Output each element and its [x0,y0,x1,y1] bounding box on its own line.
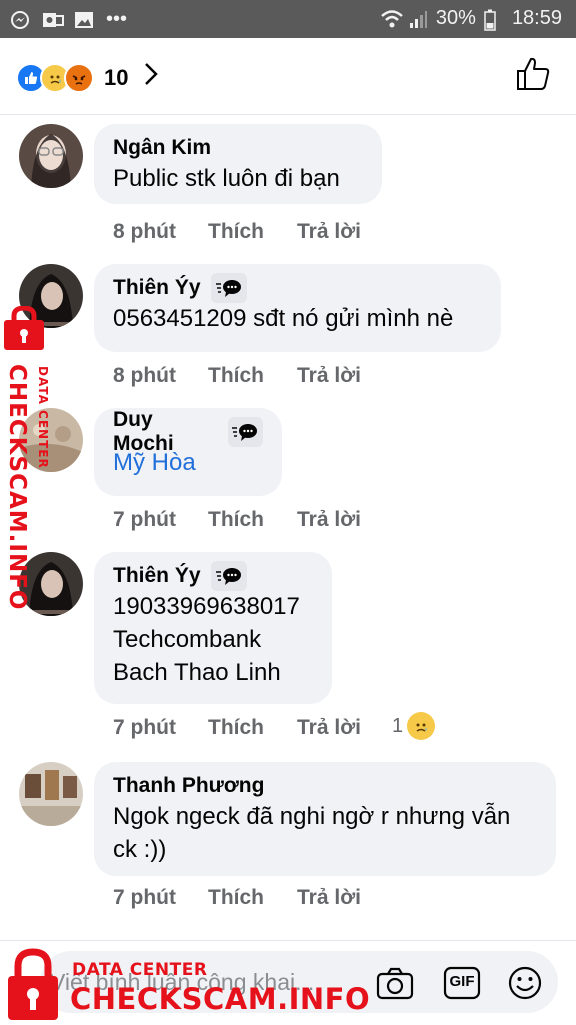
comment-time: 7 phút [113,886,176,909]
emoji-icon[interactable] [506,965,544,1001]
reactions-header: 10 [0,38,576,115]
comment-bubble[interactable]: Thiên Ýy 0563451209 sđt nó gửi mình nè [94,264,501,352]
avatar[interactable] [19,762,83,826]
comment-time: 7 phút [113,508,176,531]
chevron-right-icon[interactable] [144,62,159,93]
comment-text: 19033969638017 Techcombank Bach Thao Lin… [113,593,300,686]
outlook-icon [42,10,64,30]
comment-author[interactable]: Thanh Phương [113,774,264,798]
status-bar: ••• 30% 18:59 [0,0,576,38]
comment-bubble[interactable]: Thanh Phương Ngok ngeck đã nghi ngờ r nh… [94,762,556,876]
comment-text: Ngok ngeck đã nghi ngờ r nhưng vẫn ck :)… [113,803,511,863]
status-right: 30% 18:59 [380,7,562,31]
top-fan-badge [227,417,263,447]
reply-link[interactable]: Trả lời [297,886,397,910]
comment-actions: 7 phút Thích Trả lời [113,716,397,740]
like-link[interactable]: Thích [208,886,297,910]
reply-link[interactable]: Trả lời [297,716,397,740]
comment-time: 7 phút [113,716,176,739]
battery-percent: 30% [435,7,476,29]
chat-badge-icon [215,568,241,585]
comment-bubble[interactable]: Ngân Kim Public stk luôn đi bạn [94,124,382,204]
comment-bubble[interactable]: Duy Mochi Mỹ Hòa [94,408,282,496]
comment-reaction-count: 1 [392,714,404,737]
sad-reaction-icon [407,712,436,740]
comment-author[interactable]: Thiên Ýy [113,276,201,300]
watermark-bottom-line2: CHECKSCAM.INFO [70,982,371,1016]
like-link[interactable]: Thích [208,716,297,740]
camera-icon[interactable] [376,965,414,1001]
more-notifications: ••• [106,8,128,30]
gif-label: GIF [449,973,475,990]
mentioned-user-link[interactable]: Mỹ Hòa [113,446,263,479]
status-left-icons: ••• [10,8,127,31]
reply-link[interactable]: Trả lời [297,364,397,388]
like-link[interactable]: Thích [208,220,297,244]
comment-time: 8 phút [113,364,176,387]
chat-badge-icon [215,280,241,297]
comment-bubble[interactable]: Thiên Ýy 19033969638017 Techcombank Bach… [94,552,332,704]
gallery-icon [74,10,94,30]
top-fan-badge [210,561,247,591]
like-link[interactable]: Thích [208,508,297,532]
comment-actions: 7 phút Thích Trả lời [113,886,397,910]
gif-button[interactable]: GIF [443,965,481,1001]
lock-icon [8,948,58,1020]
reaction-count: 10 [104,64,129,90]
messenger-icon [10,10,30,30]
comment-actions: 8 phút Thích Trả lời [113,220,397,244]
angry-reaction-icon [64,62,94,93]
comment-author[interactable]: Thiên Ýy [113,564,201,588]
comment-time: 8 phút [113,220,176,243]
comment-text: Public stk luôn đi bạn [113,165,340,192]
watermark-side-line2: CHECKSCAM.INFO [4,364,30,611]
battery-icon [484,9,504,31]
reactions-summary[interactable]: 10 [16,62,159,93]
reply-link[interactable]: Trả lời [297,508,397,532]
like-link[interactable]: Thích [208,364,297,388]
like-button[interactable] [516,56,550,92]
watermark-side-line1: DATA CENTER [36,366,50,469]
comment-actions: 8 phút Thích Trả lời [113,364,397,388]
top-fan-badge [210,273,247,303]
watermark-bottom: DATA CENTER CHECKSCAM.INFO [6,946,370,1024]
comment-text: 0563451209 sđt nó gửi mình nè [113,305,454,332]
thumbs-up-icon [517,57,550,90]
avatar[interactable] [19,124,83,188]
wifi-icon [380,9,403,29]
comment-reactions[interactable]: 1 [392,712,436,740]
watermark-side: DATA CENTER CHECKSCAM.INFO [2,305,62,610]
chat-badge-icon [232,424,258,441]
comments-sheet: 10 Ngân Kim Public stk luôn đi bạn 8 phú… [0,38,576,1025]
comment-author[interactable]: Ngân Kim [113,136,211,160]
signal-icon [408,9,428,29]
comment-actions: 7 phút Thích Trả lời [113,508,397,532]
watermark-bottom-line1: DATA CENTER [72,960,208,980]
reply-link[interactable]: Trả lời [297,220,397,244]
clock: 18:59 [511,7,562,29]
